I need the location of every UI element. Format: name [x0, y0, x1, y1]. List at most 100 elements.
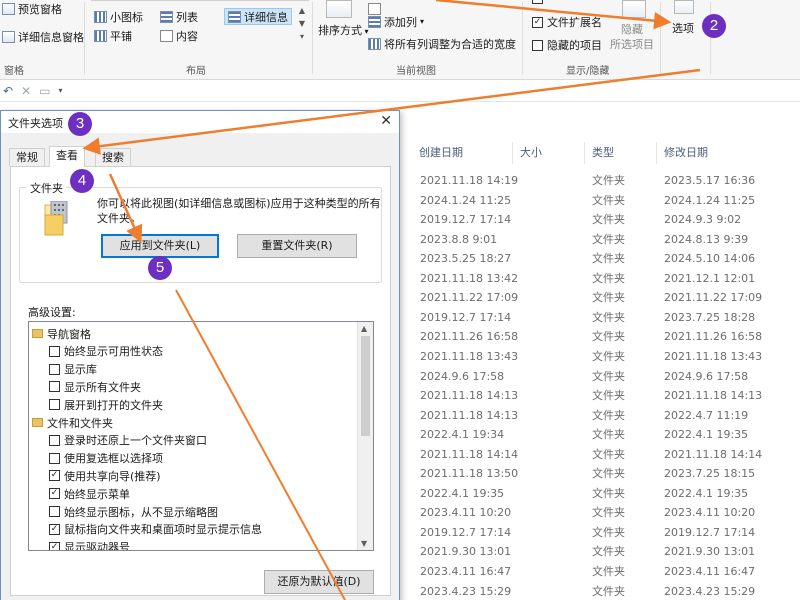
table-row[interactable]: 2021.9.30 13:01 文件夹 2021.9.30 13:01	[412, 542, 800, 561]
close-icon[interactable]: ✕	[380, 113, 392, 129]
checkbox-checked[interactable]: ✓	[49, 488, 60, 500]
chevron-down-icon[interactable]: ▾	[58, 86, 62, 95]
settings-category[interactable]: 文件和文件夹	[32, 414, 113, 431]
reset-folders-button[interactable]: 重置文件夹(R)	[237, 234, 357, 258]
table-row[interactable]: 2023.4.11 10:20 文件夹 2023.4.11 10:20	[412, 503, 800, 522]
settings-option[interactable]: ✓ 鼠标指向文件夹和桌面项时显示提示信息	[49, 521, 262, 538]
table-row[interactable]: 2023.4.23 15:29 文件夹 2023.4.23 15:29	[412, 582, 800, 600]
cell-type: 文件夹	[592, 330, 625, 344]
table-row[interactable]: 2021.11.18 14:13 文件夹 2021.11.18 14:13	[412, 386, 800, 405]
apply-to-folders-button[interactable]: 应用到文件夹(L)	[101, 234, 219, 258]
details-pane-button[interactable]: 详细信息窗格	[2, 28, 84, 45]
advanced-settings-scrollbar[interactable]: ▲ ▼	[357, 322, 373, 550]
settings-category[interactable]: 导航窗格	[32, 325, 91, 342]
checkbox[interactable]	[532, 0, 543, 4]
checkbox[interactable]	[49, 399, 60, 411]
settings-option[interactable]: ✓ 使用共享向导(推荐)	[49, 467, 161, 484]
checkbox[interactable]	[49, 345, 60, 357]
cell-created: 2021.11.18 13:43	[420, 349, 519, 363]
item-checkboxes-toggle[interactable]	[532, 0, 543, 4]
column-created[interactable]: 创建日期	[412, 142, 512, 164]
settings-option[interactable]: 始终显示可用性状态	[49, 343, 163, 360]
option-label: 登录时还原上一个文件夹窗口	[64, 434, 207, 448]
checkbox[interactable]	[49, 506, 60, 517]
table-row[interactable]: 2024.9.6 17:58 文件夹 2024.9.6 17:58	[412, 367, 800, 386]
advanced-settings-list[interactable]: 导航窗格 始终显示可用性状态 显示库 显示所有文件夹 展开到打开的文件夹 文件和文件夹登录…	[28, 321, 374, 551]
ribbon-separator	[312, 2, 313, 74]
cell-type: 文件夹	[592, 584, 625, 598]
column-type[interactable]: 类型	[584, 142, 656, 164]
checkbox[interactable]	[49, 452, 60, 464]
small-icons-button[interactable]: 小图标	[94, 8, 143, 25]
tiles-button[interactable]: 平铺	[94, 27, 132, 44]
restore-defaults-button[interactable]: 还原为默认值(D)	[264, 570, 374, 594]
cell-created: 2019.12.7 17:14	[420, 310, 512, 324]
table-row[interactable]: 2023.5.25 18:27 文件夹 2024.5.10 14:06	[412, 249, 800, 268]
file-extensions-toggle[interactable]: ✓ 文件扩展名	[532, 14, 602, 30]
hide-selected-button[interactable]: 隐藏 所选项目	[610, 22, 654, 52]
table-row[interactable]: 2024.1.24 11:25 文件夹 2024.1.24 11:25	[412, 191, 800, 210]
rename-icon[interactable]: ▭	[39, 84, 50, 98]
tab-view[interactable]: 查看	[49, 146, 85, 167]
scroll-up-icon[interactable]: ▲	[361, 324, 367, 333]
settings-option[interactable]: 始终显示图标，从不显示缩略图	[49, 503, 218, 520]
table-row[interactable]: 2021.11.18 13:42 文件夹 2021.12.1 12:01	[412, 269, 800, 288]
scroll-thumb[interactable]	[361, 336, 370, 436]
table-row[interactable]: 2022.4.1 19:35 文件夹 2022.4.1 19:35	[412, 484, 800, 503]
tab-search[interactable]: 搜索	[95, 148, 131, 166]
checkbox[interactable]	[532, 39, 543, 51]
table-row[interactable]: 2021.11.26 16:58 文件夹 2021.11.26 16:58	[412, 327, 800, 346]
table-row[interactable]: 2021.11.18 14:19 文件夹 2023.5.17 16:36	[412, 171, 800, 190]
table-row[interactable]: 2021.11.18 14:13 文件夹 2022.4.7 11:19	[412, 406, 800, 425]
column-modified[interactable]: 修改日期	[656, 142, 800, 164]
step-badge: 4	[70, 169, 94, 193]
table-row[interactable]: 2021.11.18 14:14 文件夹 2021.11.18 14:14	[412, 445, 800, 464]
table-row[interactable]: 2021.11.22 17:09 文件夹 2021.11.22 17:09	[412, 288, 800, 307]
table-row[interactable]: 2021.11.18 13:50 文件夹 2023.7.25 18:15	[412, 464, 800, 483]
details-view-button[interactable]: 详细信息	[224, 8, 292, 25]
cell-modified: 2024.5.10 14:06	[664, 252, 756, 266]
size-all-columns-button[interactable]: 将所有列调整为合适的宽度	[368, 35, 516, 52]
table-row[interactable]: 2019.12.7 17:14 文件夹 2019.12.7 17:14	[412, 523, 800, 542]
checkbox[interactable]	[49, 381, 60, 393]
folder-views-legend: 文件夹	[27, 180, 66, 196]
hidden-items-toggle[interactable]: 隐藏的项目	[532, 37, 602, 53]
column-size[interactable]: 大小	[512, 142, 584, 164]
cell-modified: 2023.4.11 16:47	[664, 565, 756, 578]
checkbox-checked[interactable]: ✓	[49, 523, 60, 535]
table-row[interactable]: 2021.11.18 13:43 文件夹 2021.11.18 13:43	[412, 347, 800, 366]
add-columns-button[interactable]: 添加列 ▾	[368, 13, 424, 30]
tab-general[interactable]: 常规	[9, 148, 45, 166]
sort-by-button[interactable]: 排序方式 ▾	[318, 22, 369, 38]
table-row[interactable]: 2023.4.11 16:47 文件夹 2023.4.11 16:47	[412, 562, 800, 581]
settings-option[interactable]: ✓ 始终显示菜单	[49, 485, 130, 502]
settings-option[interactable]: 显示所有文件夹	[49, 378, 141, 395]
settings-option[interactable]: 使用复选框以选择项	[49, 450, 163, 467]
checkbox[interactable]	[49, 434, 60, 446]
checkbox[interactable]	[49, 363, 60, 375]
table-row[interactable]: 2019.12.7 17:14 文件夹 2023.7.25 18:28	[412, 308, 800, 327]
settings-option[interactable]: ✓ 显示驱动器号	[49, 539, 130, 550]
table-row[interactable]: 2022.4.1 19:34 文件夹 2022.4.1 19:35	[412, 425, 800, 444]
content-view-button[interactable]: 内容	[160, 27, 198, 44]
delete-icon[interactable]: ✕	[21, 84, 31, 98]
settings-option[interactable]: 显示库	[49, 361, 97, 378]
pane-group-label: 窗格	[4, 66, 24, 77]
cell-modified: 2021.12.1 12:01	[664, 271, 756, 285]
scroll-down-icon[interactable]: ▼	[361, 539, 367, 548]
table-row[interactable]: 2019.12.7 17:14 文件夹 2024.9.3 9:02	[412, 210, 800, 229]
settings-option[interactable]: 展开到打开的文件夹	[49, 396, 163, 413]
preview-pane-button[interactable]: 预览窗格	[2, 0, 62, 17]
checkbox-checked[interactable]: ✓	[532, 16, 543, 28]
options-button[interactable]: 选项	[672, 20, 694, 36]
checkbox-checked[interactable]: ✓	[49, 541, 60, 550]
table-row[interactable]: 2023.8.8 9:01 文件夹 2024.8.13 9:39	[412, 230, 800, 249]
list-view-button[interactable]: 列表	[160, 8, 198, 25]
undo-icon[interactable]: ↶	[3, 84, 13, 98]
checkbox-checked[interactable]: ✓	[49, 470, 60, 482]
cell-created: 2024.1.24 11:25	[420, 193, 512, 207]
details-pane-icon	[2, 30, 15, 43]
layout-gallery-scroll[interactable]: ▲ ▼ ▾	[296, 4, 308, 44]
step-badge: 3	[68, 112, 92, 136]
settings-option[interactable]: 登录时还原上一个文件夹窗口	[49, 432, 207, 449]
